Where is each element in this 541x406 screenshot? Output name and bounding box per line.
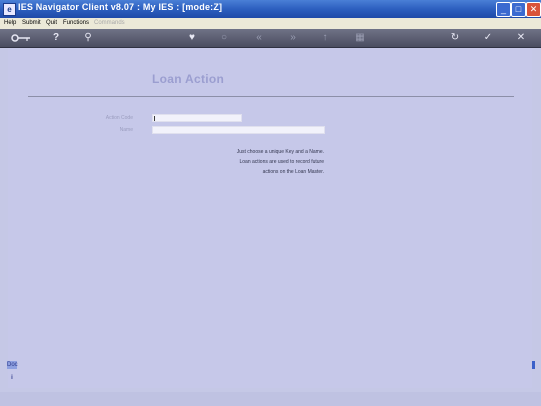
app-icon[interactable]: e xyxy=(3,3,16,16)
minimize-button[interactable]: _ xyxy=(496,2,511,17)
page-title: Loan Action xyxy=(152,72,225,86)
hint-line-1: Just choose a unique Key and a Name. xyxy=(236,149,324,155)
window-title: IES Navigator Client v8.07 : My IES : [m… xyxy=(18,2,223,12)
menu-bar: Help Submit Quit Functions Commands xyxy=(0,18,541,29)
search-icon[interactable]: ⚲ xyxy=(82,31,94,45)
help-icon[interactable]: ? xyxy=(50,31,62,45)
menu-commands[interactable]: Commands xyxy=(94,20,125,26)
forward-icon[interactable]: » xyxy=(287,31,299,45)
up-icon[interactable]: ↑ xyxy=(319,31,331,45)
scroll-indicator[interactable] xyxy=(532,361,535,369)
hint-line-3: actions on the Loan Master. xyxy=(262,169,324,175)
toolbar: ? ⚲ ♥ ○ « » ↑ ▦ ↻ ✓ ✕ xyxy=(0,29,541,48)
status-bar xyxy=(0,392,541,406)
key-icon[interactable] xyxy=(10,31,32,45)
circle-icon[interactable]: ○ xyxy=(218,31,230,45)
form-panel: Loan Action Action Code Name Just choose… xyxy=(8,48,532,388)
app-window: e IES Navigator Client v8.07 : My IES : … xyxy=(0,0,541,406)
divider xyxy=(28,96,514,97)
menu-functions[interactable]: Functions xyxy=(63,20,89,26)
refresh-icon[interactable]: ↻ xyxy=(449,31,461,45)
hint-line-2: Loan actions are used to record future xyxy=(239,159,325,165)
menu-quit[interactable]: Quit xyxy=(46,20,57,26)
action-code-field[interactable] xyxy=(152,114,242,122)
info-icon[interactable]: i xyxy=(7,374,17,382)
document-icon[interactable]: Doc xyxy=(7,361,18,369)
check-icon[interactable]: ✓ xyxy=(482,31,494,45)
close-window-button[interactable]: ✕ xyxy=(526,2,541,17)
menu-help[interactable]: Help xyxy=(4,20,16,26)
title-bar[interactable]: e IES Navigator Client v8.07 : My IES : … xyxy=(0,0,541,18)
action-code-label: Action Code xyxy=(105,115,133,121)
close-icon[interactable]: ✕ xyxy=(515,31,527,45)
maximize-button[interactable]: □ xyxy=(511,2,526,17)
menu-submit[interactable]: Submit xyxy=(22,20,41,26)
heart-icon[interactable]: ♥ xyxy=(186,31,198,45)
text-caret xyxy=(154,116,155,121)
name-label: Name xyxy=(119,127,133,133)
list-icon[interactable]: ▦ xyxy=(354,31,366,45)
back-icon[interactable]: « xyxy=(253,31,265,45)
name-field[interactable] xyxy=(152,126,325,134)
